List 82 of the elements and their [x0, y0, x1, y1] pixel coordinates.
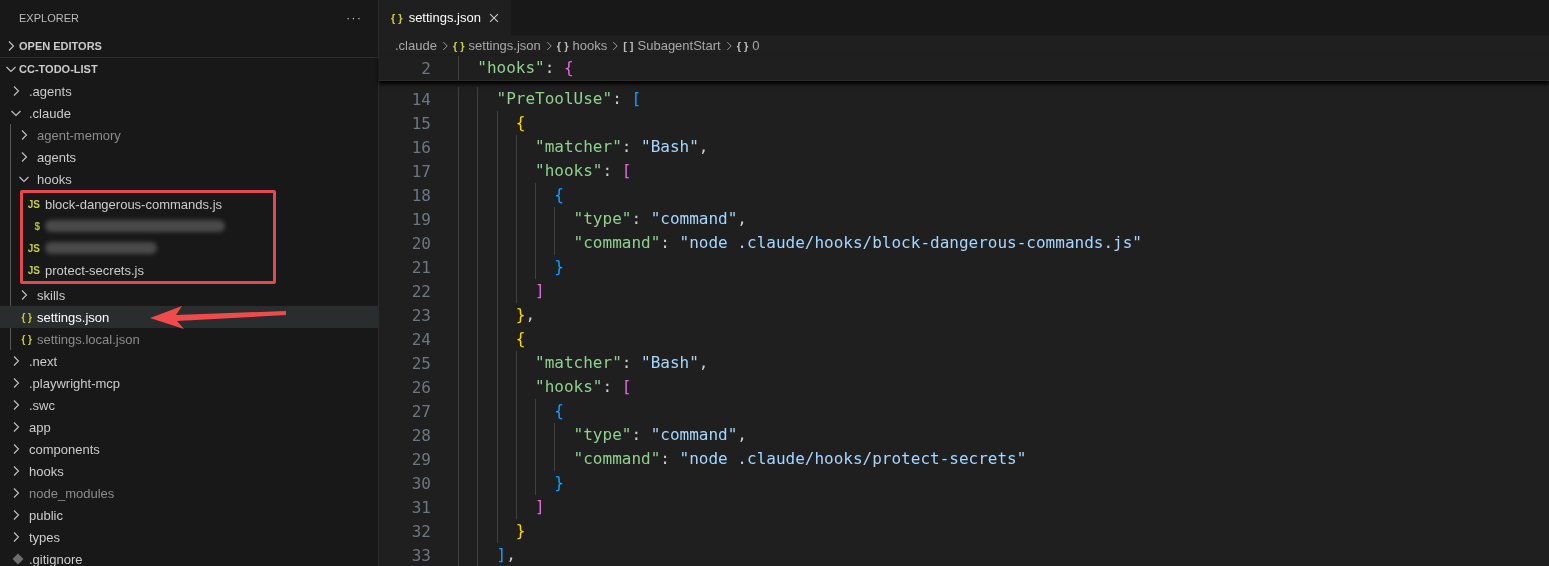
code-line: "type": "command",: [458, 423, 747, 447]
code-line: {: [458, 327, 526, 351]
folder-item[interactable]: .playwright-mcp: [0, 372, 378, 394]
breadcrumb-item[interactable]: { } hooks: [556, 38, 608, 53]
file-type-icon: JS: [27, 198, 40, 210]
code-line: "matcher": "Bash",: [458, 135, 709, 159]
file-type-icon: JS: [27, 264, 40, 276]
folder-item[interactable]: agents: [0, 146, 378, 168]
folder-item[interactable]: hooks: [0, 168, 378, 190]
line-number: 20: [410, 233, 431, 253]
folder-item[interactable]: .claude: [0, 102, 378, 124]
symbol-icon: { }: [736, 39, 749, 52]
folder-item[interactable]: node_modules: [0, 482, 378, 504]
code-line: {: [458, 111, 526, 135]
file-type-icon: { }: [21, 311, 32, 323]
breadcrumb-item[interactable]: [ ] SubagentStart: [623, 38, 721, 53]
symbol-icon: { }: [556, 39, 569, 52]
folder-item[interactable]: agent-memory: [0, 124, 378, 146]
line-number: 15: [410, 113, 431, 133]
code-line: }: [458, 519, 526, 543]
code-line: }: [458, 255, 564, 279]
line-number: 21: [410, 257, 431, 277]
file-item[interactable]: { } settings.json: [0, 306, 378, 328]
line-number: 29: [410, 449, 431, 469]
line-number: 31: [410, 497, 431, 517]
code-line: "hooks": {: [458, 56, 574, 80]
code-line: "matcher": "Bash",: [458, 351, 709, 375]
code-line: "command": "node .claude/hooks/protect-secrets": [458, 447, 1027, 471]
diamond-icon: [12, 553, 24, 565]
code-line: "type": "command",: [458, 207, 747, 231]
line-number: 23: [410, 305, 431, 325]
more-actions[interactable]: ···: [346, 10, 362, 25]
file-item[interactable]: .gitignore: [0, 548, 378, 566]
line-number: 2: [420, 58, 431, 78]
folder-item[interactable]: types: [0, 526, 378, 548]
line-number: 26: [410, 377, 431, 397]
file-type-icon: $: [34, 220, 40, 232]
section-header[interactable]: OPEN EDITORS: [0, 35, 378, 58]
file-item[interactable]: JS protect-secrets.js: [23, 259, 273, 281]
line-number: 17: [410, 161, 431, 181]
line-number: 22: [410, 281, 431, 301]
folder-item[interactable]: .swc: [0, 394, 378, 416]
file-item[interactable]: $: [23, 215, 273, 237]
code-line: {: [458, 183, 564, 207]
folder-item[interactable]: app: [0, 416, 378, 438]
folder-item[interactable]: hooks: [0, 460, 378, 482]
code-line: }: [458, 471, 564, 495]
code-line: "hooks": [: [458, 375, 632, 399]
section-header[interactable]: CC-TODO-LIST: [0, 58, 378, 80]
code-line: "hooks": [: [458, 159, 632, 183]
line-number: 27: [410, 401, 431, 421]
line-number: 30: [410, 473, 431, 493]
file-type-icon: JS: [27, 242, 40, 254]
line-number: 25: [410, 353, 431, 373]
folder-item[interactable]: components: [0, 438, 378, 460]
folder-item[interactable]: skills: [0, 284, 378, 306]
line-number: 33: [410, 545, 431, 565]
code-line: "command": "node .claude/hooks/block-dangerous-commands.js": [458, 231, 1142, 255]
code-line: "PreToolUse": [: [458, 87, 642, 111]
file-type-icon: { }: [21, 333, 32, 345]
line-number: 32: [410, 521, 431, 541]
breadcrumb-item[interactable]: { } settings.json: [452, 38, 541, 53]
file-item[interactable]: JS: [23, 237, 273, 259]
editor-tab[interactable]: { } settings.json: [379, 0, 511, 35]
line-number: 14: [410, 89, 431, 109]
explorer-title: EXPLORER: [19, 11, 79, 24]
folder-item[interactable]: public: [0, 504, 378, 526]
line-number: 16: [410, 137, 431, 157]
breadcrumb-item[interactable]: .claude: [395, 38, 437, 53]
line-number: 19: [410, 209, 431, 229]
file-item[interactable]: { } settings.local.json: [0, 328, 378, 350]
json-file-icon: { }: [391, 11, 403, 24]
code-line: {: [458, 399, 564, 423]
line-number: 18: [410, 185, 431, 205]
breadcrumb-item[interactable]: { } 0: [736, 38, 760, 53]
file-item[interactable]: JS block-dangerous-commands.js: [23, 193, 273, 215]
symbol-icon: { }: [452, 39, 465, 52]
folder-item[interactable]: .next: [0, 350, 378, 372]
line-number: 24: [410, 329, 431, 349]
folder-item[interactable]: .agents: [0, 80, 378, 102]
line-number: 28: [410, 425, 431, 445]
symbol-icon: [ ]: [623, 39, 634, 52]
